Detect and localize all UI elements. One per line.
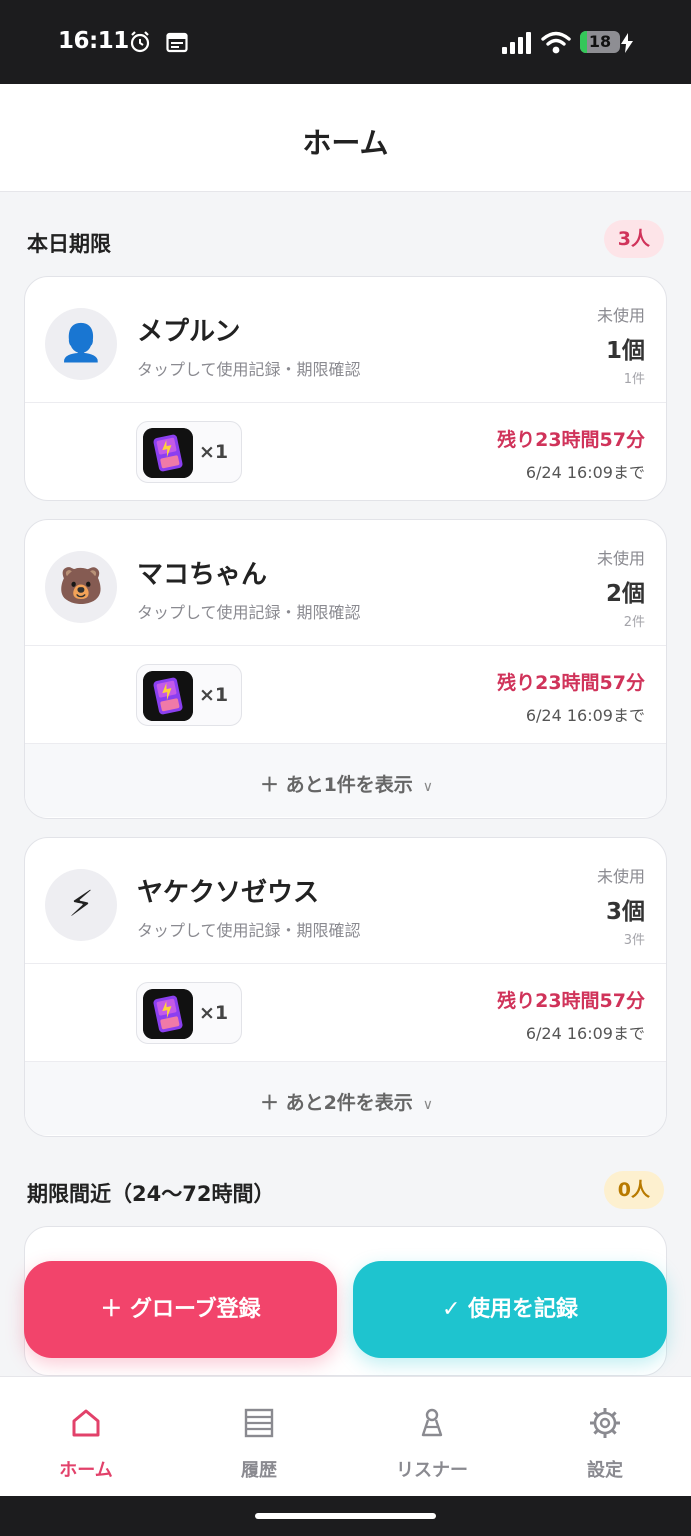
glove-item-row[interactable]: ×1 残り23時間57分 6/24 16:09まで: [25, 403, 666, 500]
listener-card[interactable]: 👤 メプルン タップして使用記録・期限確認 未使用 1個 1件 ×1 残り23時…: [24, 276, 667, 501]
unused-sub-count: 3件: [623, 933, 645, 948]
bear-icon: 🐻: [45, 551, 117, 623]
person-outline-icon: [421, 1408, 443, 1437]
remaining-time: 残り23時間57分: [497, 672, 645, 694]
battery-level: 18: [588, 32, 612, 51]
show-more-button[interactable]: ＋ あと2件を表示 ∨: [25, 1061, 666, 1135]
item-quantity: ×1: [199, 441, 229, 463]
signal-icon: [502, 32, 531, 54]
deadline-time: 6/24 16:09まで: [525, 463, 645, 482]
unused-count: 3個: [605, 899, 645, 925]
status-bar: 16:11 18: [0, 0, 691, 84]
chevron-down-icon: ∨: [422, 779, 434, 795]
wifi-icon: [541, 31, 571, 54]
show-more-label: ＋ あと2件を表示: [259, 1092, 413, 1114]
unused-count: 1個: [605, 338, 645, 364]
unused-label: 未使用: [596, 549, 645, 568]
card-hint: タップして使用記録・期限確認: [137, 921, 361, 940]
item-quantity: ×1: [199, 684, 229, 706]
page-header: ホーム: [0, 84, 691, 192]
list-icon: [244, 1408, 274, 1438]
show-more-button[interactable]: ＋ あと1件を表示 ∨: [25, 743, 666, 817]
tab-bar: ホーム 履歴 リスナー 設定: [0, 1376, 691, 1496]
unused-sub-count: 1件: [623, 372, 645, 387]
glove-card-icon: [143, 989, 193, 1039]
listener-name: マコちゃん: [137, 560, 268, 590]
glove-card-icon: [143, 671, 193, 721]
glove-item-row[interactable]: ×1 残り23時間57分 6/24 16:09まで: [25, 646, 666, 743]
unused-label: 未使用: [596, 306, 645, 325]
tab-history[interactable]: 履歴: [173, 1377, 345, 1497]
show-more-label: ＋ あと1件を表示: [259, 774, 413, 796]
lightning-icon: ⚡: [45, 869, 117, 941]
status-time: 16:11: [58, 28, 129, 54]
alarm-icon: [130, 31, 150, 53]
tab-home-label: ホーム: [59, 1460, 113, 1481]
glove-item-chip[interactable]: ×1: [136, 982, 242, 1044]
tab-settings-label: 設定: [587, 1460, 623, 1481]
tab-listeners[interactable]: リスナー: [346, 1377, 518, 1497]
record-usage-button[interactable]: ✓ 使用を記録: [353, 1261, 667, 1358]
register-glove-button[interactable]: ＋ グローブ登録: [24, 1261, 337, 1358]
card-header[interactable]: 👤 メプルン タップして使用記録・期限確認 未使用 1個 1件: [25, 277, 666, 403]
deadline-time: 6/24 16:09まで: [525, 1024, 645, 1043]
soon-count-badge: 0人: [603, 1171, 664, 1209]
home-indicator[interactable]: [255, 1513, 436, 1519]
listener-name: ヤケクソゼウス: [137, 878, 320, 908]
tab-listeners-label: リスナー: [396, 1460, 468, 1481]
section-title-soon: 期限間近（24〜72時間）: [27, 1182, 275, 1206]
glove-item-chip[interactable]: ×1: [136, 421, 242, 483]
listener-name: メプルン: [137, 317, 241, 347]
card-header[interactable]: ⚡ ヤケクソゼウス タップして使用記録・期限確認 未使用 3個 3件: [25, 838, 666, 964]
glove-item-chip[interactable]: ×1: [136, 664, 242, 726]
gear-icon: [590, 1408, 620, 1438]
home-icon: [72, 1409, 100, 1437]
page-title: ホーム: [302, 126, 389, 160]
unused-sub-count: 2件: [623, 615, 645, 630]
listener-card[interactable]: ⚡ ヤケクソゼウス タップして使用記録・期限確認 未使用 3個 3件 ×1 残り…: [24, 837, 667, 1137]
glove-item-row[interactable]: ×1 残り23時間57分 6/24 16:09まで: [25, 964, 666, 1061]
glove-card-icon: [143, 428, 193, 478]
deadline-time: 6/24 16:09まで: [525, 706, 645, 725]
item-quantity: ×1: [199, 1002, 229, 1024]
charging-icon: [621, 33, 633, 53]
card-header[interactable]: 🐻 マコちゃん タップして使用記録・期限確認 未使用 2個 2件: [25, 520, 666, 646]
card-hint: タップして使用記録・期限確認: [137, 360, 361, 379]
person-icon: 👤: [45, 308, 117, 380]
chevron-down-icon: ∨: [422, 1097, 434, 1113]
remaining-time: 残り23時間57分: [497, 429, 645, 451]
tab-history-label: 履歴: [241, 1460, 277, 1481]
home-indicator-area: [0, 1496, 691, 1536]
unused-count: 2個: [605, 581, 645, 607]
remaining-time: 残り23時間57分: [497, 990, 645, 1012]
battery-icon: 18: [580, 31, 620, 53]
section-title-today: 本日期限: [27, 232, 111, 256]
listener-card[interactable]: 🐻 マコちゃん タップして使用記録・期限確認 未使用 2個 2件 ×1 残り23…: [24, 519, 667, 819]
tab-home[interactable]: ホーム: [0, 1377, 172, 1497]
card-hint: タップして使用記録・期限確認: [137, 603, 361, 622]
today-count-badge: 3人: [603, 220, 664, 258]
tab-settings[interactable]: 設定: [519, 1377, 691, 1497]
unused-label: 未使用: [596, 867, 645, 886]
calendar-icon: [166, 32, 188, 53]
